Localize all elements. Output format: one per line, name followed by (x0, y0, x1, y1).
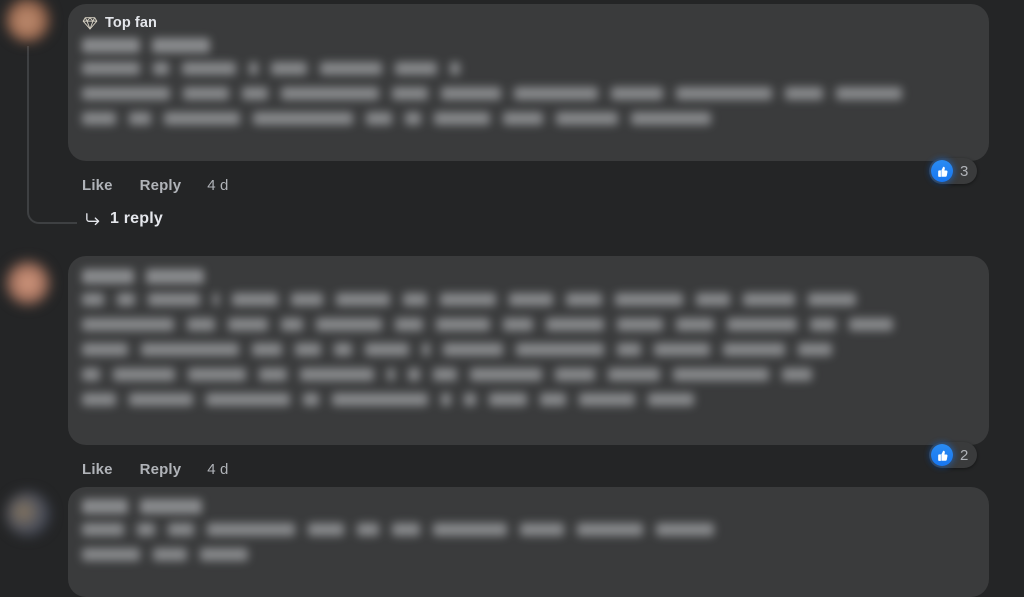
comment-bubble (68, 487, 989, 597)
diamond-icon (82, 17, 98, 30)
timestamp[interactable]: 4 d (207, 177, 228, 194)
author-name[interactable] (82, 269, 206, 284)
reply-button[interactable]: Reply (140, 461, 182, 478)
timestamp[interactable]: 4 d (207, 461, 228, 478)
comment-text (82, 62, 975, 125)
top-fan-label: Top fan (105, 15, 157, 31)
comment-text-line (82, 523, 975, 536)
reply-arrow-icon (86, 212, 100, 225)
thumbs-up-icon (931, 444, 953, 466)
comment-text-line (82, 112, 975, 125)
like-button[interactable]: Like (82, 461, 113, 478)
comment-text-line (82, 393, 975, 406)
reaction-badge[interactable]: 3 (929, 158, 978, 184)
comment-text-line (82, 548, 975, 561)
avatar[interactable] (6, 492, 50, 536)
comment-bubble: Top fan (68, 4, 989, 161)
avatar-image (6, 492, 50, 536)
comment-text-line (82, 293, 975, 306)
comment-text-line (82, 318, 975, 331)
comment-text-line (82, 343, 975, 356)
reaction-count: 2 (960, 446, 969, 464)
thumbs-up-icon (931, 160, 953, 182)
view-replies-button[interactable]: 1 reply (84, 210, 163, 228)
avatar-image (6, 261, 50, 305)
avatar-image (6, 0, 50, 42)
comment-text-line (82, 87, 975, 100)
author-name[interactable] (82, 499, 206, 514)
author-name[interactable] (82, 38, 210, 53)
comment-text (82, 293, 975, 406)
comment-bubble (68, 256, 989, 445)
avatar[interactable] (6, 261, 50, 305)
comment-thread: Top fan Like Reply 4 d 3 1 reply Like Re… (0, 0, 1024, 597)
reply-button[interactable]: Reply (140, 177, 182, 194)
top-fan-badge: Top fan (82, 13, 975, 33)
reaction-count: 3 (960, 162, 969, 180)
avatar[interactable] (6, 0, 50, 42)
like-button[interactable]: Like (82, 177, 113, 194)
reaction-badge[interactable]: 2 (929, 442, 978, 468)
comment-text-line (82, 62, 975, 75)
comment-text (82, 523, 975, 561)
replies-count-label: 1 reply (110, 210, 163, 227)
comment-text-line (82, 368, 975, 381)
comment-actions: Like Reply 4 d (82, 459, 229, 479)
comment-actions: Like Reply 4 d (82, 175, 229, 195)
